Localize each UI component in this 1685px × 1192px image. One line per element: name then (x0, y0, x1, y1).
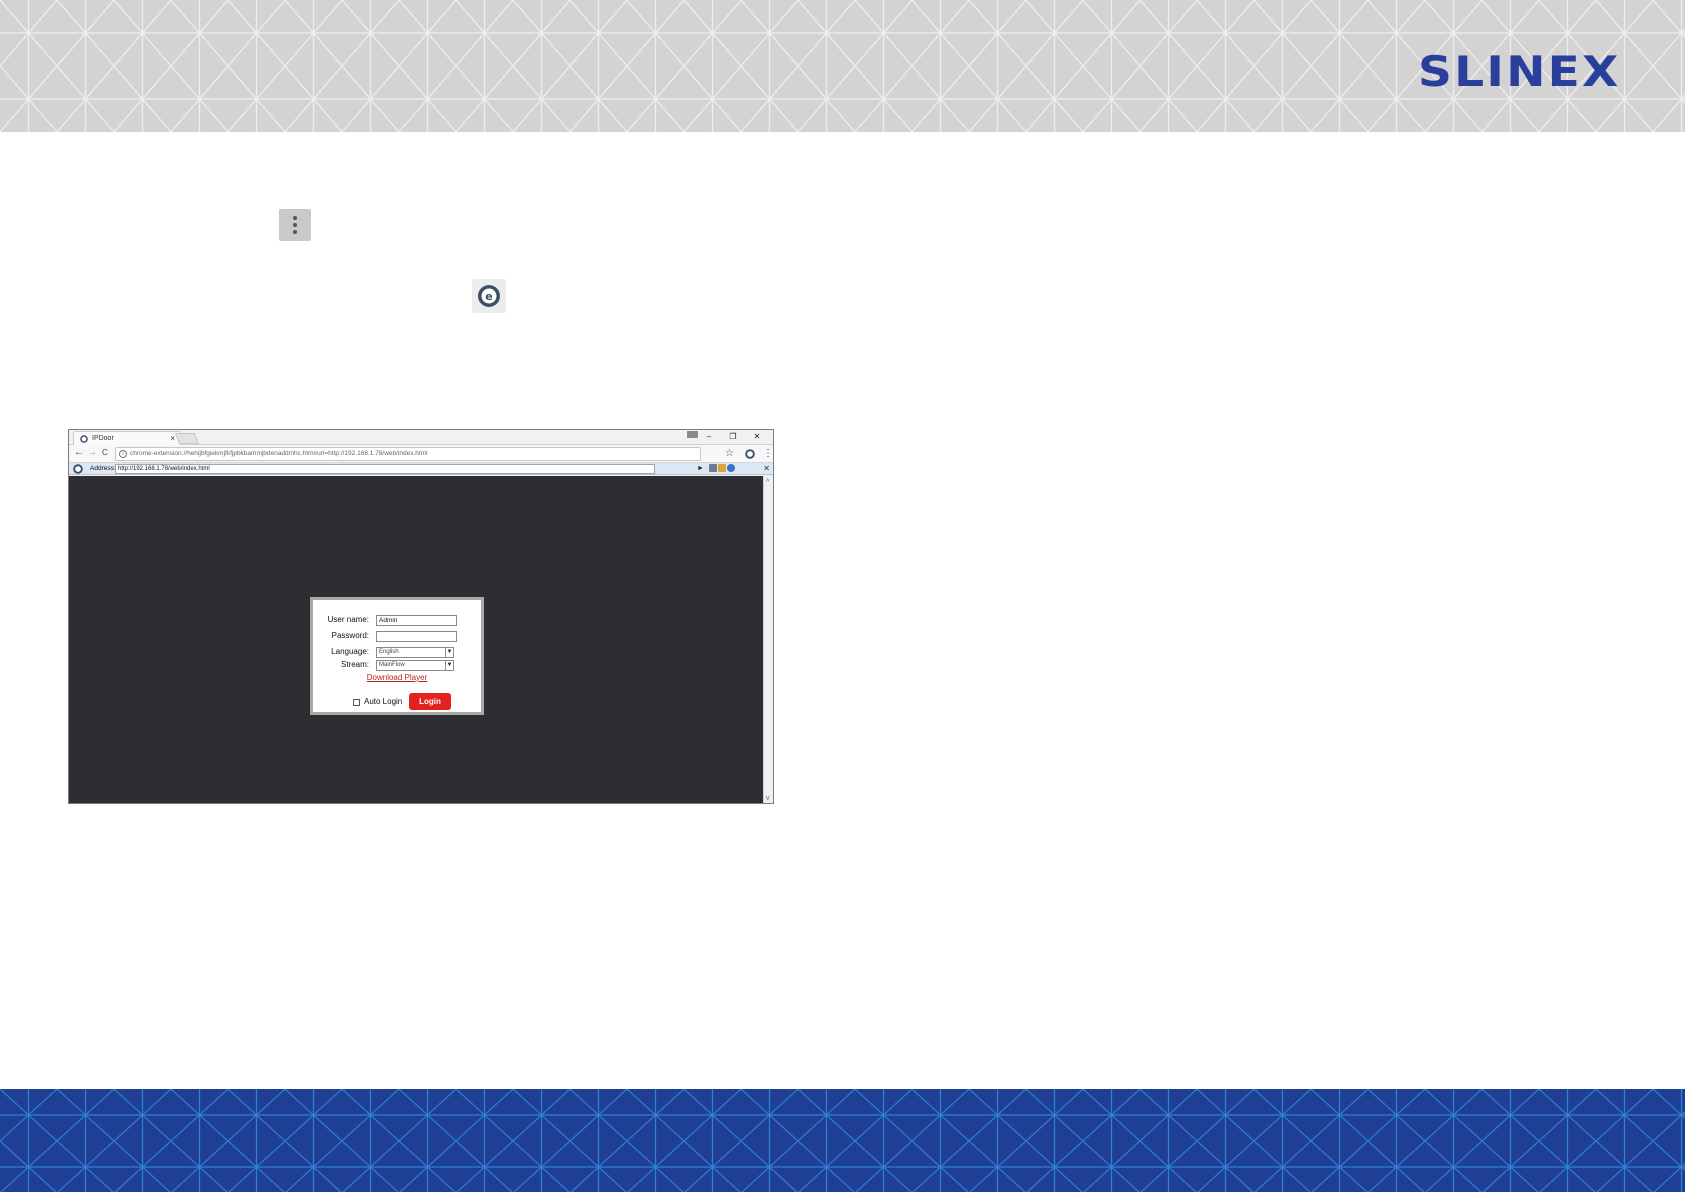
stream-select[interactable]: MainFlow ▼ (376, 660, 454, 671)
close-window-icon[interactable]: ✕ (745, 430, 769, 444)
ie-bar-close-icon[interactable]: ✕ (763, 463, 770, 474)
new-tab-button[interactable] (174, 433, 200, 444)
ie-tab-logo-icon (73, 464, 83, 474)
tools-icon[interactable] (709, 464, 717, 472)
username-label: User name: (327, 615, 369, 624)
web-page-content: User name: Admin Password: Language: Eng… (69, 476, 763, 803)
vertical-scrollbar[interactable]: ^ v (763, 476, 773, 803)
slinex-logo: SLINEX (1418, 47, 1621, 96)
login-form: User name: Admin Password: Language: Eng… (310, 597, 484, 715)
header-banner: SLINEX (0, 0, 1685, 132)
tab-strip: IPDoor × – ❐ ✕ (69, 430, 773, 445)
stream-label: Stream: (340, 660, 369, 669)
ie-tools-group (709, 464, 735, 472)
ie-tab-icon (80, 435, 88, 443)
footer-triangle-pattern (0, 1089, 1685, 1192)
back-arrow-icon[interactable]: ← (74, 446, 84, 460)
tab-close-icon[interactable]: × (170, 432, 175, 445)
language-label: Language: (331, 647, 369, 656)
bookmark-star-icon[interactable]: ☆ (725, 447, 734, 461)
browser-window: IPDoor × – ❐ ✕ ← → C i chrome-extension:… (68, 429, 774, 804)
username-row: User name: Admin (313, 613, 481, 627)
vertical-ellipsis-icon (279, 209, 311, 241)
auto-login-checkbox[interactable] (353, 698, 360, 706)
restore-icon[interactable]: ❐ (721, 430, 745, 444)
language-select[interactable]: English ▼ (376, 647, 454, 658)
auto-login-label: Auto Login (364, 697, 403, 706)
navigation-bar: ← → C i chrome-extension://hehijbfgiekmj… (69, 445, 773, 463)
omnibox-url-text: chrome-extension://hehijbfgiekmjfkfjpbkb… (130, 450, 428, 457)
ie-tab-toolbar-icon[interactable] (745, 449, 755, 459)
chevron-down-icon[interactable]: ▼ (445, 648, 453, 657)
language-row: Language: English ▼ (313, 645, 481, 659)
language-value: English (379, 649, 399, 655)
page: SLINEX e IPDoor × – ❐ ✕ ← → C i chrome-e… (0, 0, 1685, 1192)
auto-login-row: Auto Login (353, 695, 402, 709)
footer-banner (0, 1089, 1685, 1192)
password-label: Password: (331, 631, 369, 640)
browser-menu-icon[interactable]: ⋮ (763, 447, 773, 461)
ie-tab-extension-icon: e (472, 279, 506, 313)
stream-row: Stream: MainFlow ▼ (313, 658, 481, 672)
address-input[interactable]: http://192.168.1.78/web/index.html (115, 464, 655, 474)
scroll-down-icon[interactable]: v (766, 795, 770, 802)
go-arrow-icon[interactable]: ► (697, 463, 704, 474)
omnibox-url-bar[interactable]: i chrome-extension://hehijbfgiekmjfkfjpb… (115, 447, 701, 461)
stream-value: MainFlow (379, 662, 405, 668)
minimize-icon[interactable]: – (697, 430, 721, 444)
chevron-down-icon[interactable]: ▼ (445, 661, 453, 670)
window-controls: – ❐ ✕ (697, 430, 769, 444)
tab-title: IPDoor (92, 435, 114, 442)
download-player-link[interactable]: Download Player (313, 673, 481, 682)
ie-tab-address-bar: Address: http://192.168.1.78/web/index.h… (69, 463, 773, 475)
forward-arrow-icon[interactable]: → (87, 446, 97, 460)
login-button[interactable]: Login (409, 693, 451, 710)
password-row: Password: (313, 629, 481, 643)
favorites-icon[interactable] (718, 464, 726, 472)
svg-text:e: e (485, 290, 492, 303)
scroll-up-icon[interactable]: ^ (766, 479, 769, 486)
browser-tab[interactable]: IPDoor × (73, 431, 181, 445)
info-icon[interactable]: i (119, 450, 127, 458)
reload-icon[interactable]: C (102, 446, 108, 460)
address-label: Address: (90, 465, 116, 472)
help-icon[interactable] (727, 464, 735, 472)
username-input[interactable]: Admin (376, 615, 457, 626)
password-input[interactable] (376, 631, 457, 642)
